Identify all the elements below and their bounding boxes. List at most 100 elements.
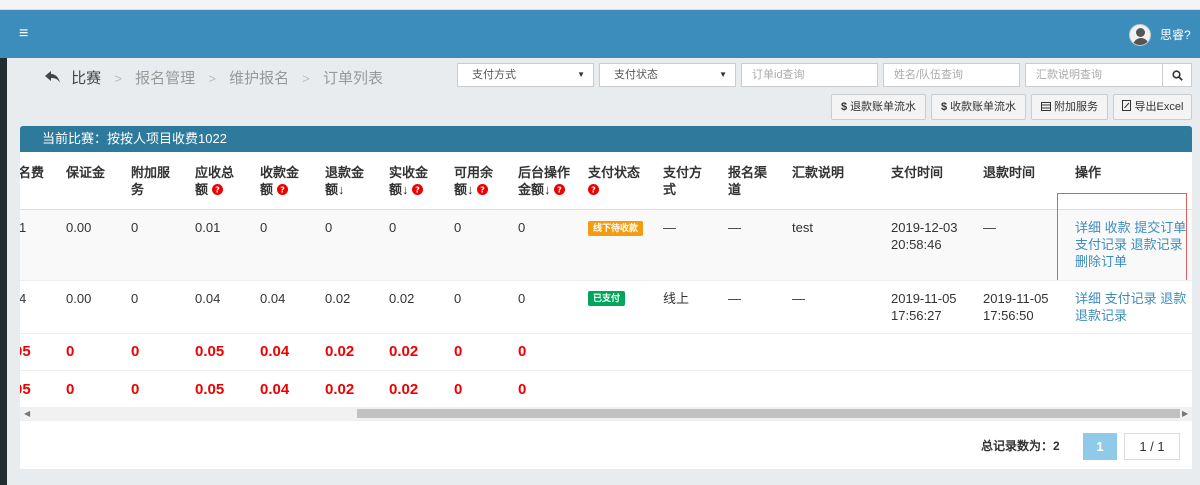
pay-status-select[interactable]: 支付状态 ▼: [599, 63, 736, 87]
cell-pay-method: 线上: [663, 291, 690, 306]
row-divider: [20, 333, 1192, 334]
svg-text:?: ?: [280, 186, 285, 195]
user-avatar[interactable]: [1129, 24, 1151, 46]
col-header-pay-method: 支付方式: [663, 165, 703, 197]
cell-fee: 1: [20, 220, 27, 235]
sum-cell-addon: 0: [131, 381, 140, 398]
orders-table-panel: 名费 保证金 附加服务 应收总额 ? 收款金额 ? 退款金 额↓ 实收金 额↓ ? …: [20, 152, 1192, 469]
sum-cell-addon: 0: [131, 343, 140, 360]
cell-refund-time: —: [983, 220, 996, 235]
svg-text:?: ?: [557, 186, 562, 195]
sum-cell-deposit: 0: [66, 381, 75, 398]
current-match-header: 当前比赛：按按人项目收费1022: [20, 126, 1192, 152]
receive-flow-label: 收款账单流水: [950, 101, 1017, 113]
refund-flow-button[interactable]: $ 退款账单流水: [831, 94, 926, 120]
order-id-search-placeholder: 订单id查询: [752, 69, 805, 81]
op-refund-link[interactable]: 退款: [1160, 291, 1186, 306]
svg-text:?: ?: [591, 186, 596, 195]
cell-received: 0: [260, 220, 268, 235]
cell-pay-method: —: [663, 220, 676, 235]
remit-remark-search-input[interactable]: 汇款说明查询: [1025, 63, 1163, 87]
col-header-balance[interactable]: 可用余 额↓ ?: [454, 164, 493, 198]
op-refund-record-link[interactable]: 退款记录: [1075, 308, 1127, 323]
cell-remark: —: [792, 291, 805, 306]
svg-text:?: ?: [215, 186, 220, 195]
cell-actual: 0: [389, 220, 397, 235]
col-header-received: 收款金额 ?: [260, 165, 300, 197]
pay-status-select-value: 支付状态: [614, 69, 658, 81]
sidebar-collapsed: [0, 58, 7, 485]
cell-refund: 0: [325, 220, 333, 235]
sum-cell-total: 0.05: [195, 343, 225, 360]
cell-remark: test: [792, 220, 813, 235]
breadcrumb-item-signup-management[interactable]: 报名管理: [135, 70, 195, 87]
question-circle-icon[interactable]: ?: [211, 184, 223, 195]
dollar-icon: $: [940, 101, 948, 113]
col-header-total: 应收总额 ?: [195, 165, 235, 197]
sum-cell-balance: 0: [454, 343, 463, 360]
remit-remark-search-placeholder: 汇款说明查询: [1036, 69, 1102, 81]
question-circle-icon[interactable]: ?: [554, 184, 566, 195]
browser-url-strip: [0, 0, 1200, 10]
user-name[interactable]: 思睿?: [1160, 27, 1191, 43]
row-divider: [20, 370, 1192, 371]
sum-cell-refund: 0.02: [325, 381, 355, 398]
order-id-search-input[interactable]: 订单id查询: [741, 63, 878, 87]
question-circle-icon[interactable]: ?: [588, 184, 599, 195]
cell-backend: 0: [518, 291, 526, 306]
breadcrumb-separator: >: [114, 71, 122, 86]
addon-service-button[interactable]: 附加服务: [1031, 94, 1108, 120]
chevron-down-icon: ▼: [719, 70, 727, 79]
hamburger-menu-icon[interactable]: ≡: [19, 24, 28, 44]
pay-method-select-value: 支付方式: [472, 69, 516, 81]
col-header-refund[interactable]: 退款金 额↓: [325, 164, 364, 198]
operations-highlight-box: [1057, 193, 1187, 281]
question-circle-icon[interactable]: ?: [276, 184, 288, 195]
col-header-backend[interactable]: 后台操作 金额↓ ?: [518, 164, 570, 198]
total-records-label: 总记录数为：2: [981, 439, 1060, 453]
cell-actual: 0.02: [389, 291, 415, 306]
op-detail-link[interactable]: 详细: [1075, 291, 1101, 306]
breadcrumb-separator: >: [302, 71, 310, 86]
sum-cell-received: 0.04: [260, 381, 290, 398]
avatar-body-shape: [1133, 38, 1149, 45]
scroll-left-arrow-icon[interactable]: ◀: [24, 407, 30, 420]
col-header-operations: 操作: [1075, 165, 1102, 180]
cell-deposit: 0.00: [66, 220, 92, 235]
pay-method-select[interactable]: 支付方式 ▼: [457, 63, 594, 87]
export-excel-button[interactable]: 导出Excel: [1113, 94, 1192, 120]
cell-balance: 0: [454, 220, 462, 235]
op-pay-record-link[interactable]: 支付记录: [1105, 291, 1157, 306]
col-header-pay-time: 支付时间: [891, 165, 944, 180]
sum-cell-actual: 0.02: [389, 381, 419, 398]
status-badge-paid: 已支付: [588, 291, 626, 306]
sum-cell-backend: 0: [518, 343, 527, 360]
pagination-current-page[interactable]: 1: [1083, 433, 1117, 460]
col-header-actual[interactable]: 实收金 额↓ ?: [389, 164, 428, 198]
scrollbar-thumb[interactable]: [357, 409, 1180, 418]
cell-backend: 0: [518, 220, 526, 235]
cell-channel: —: [728, 291, 741, 306]
cell-addon: 0: [131, 291, 139, 306]
breadcrumb-home[interactable]: 比赛: [71, 70, 101, 87]
receive-flow-button[interactable]: $ 收款账单流水: [931, 94, 1026, 120]
cell-operations: 详细 支付记录 退款 退款记录: [1075, 290, 1187, 324]
search-button[interactable]: [1162, 63, 1192, 87]
cell-pay-time: 2019-12-03 20:58:46: [891, 220, 958, 252]
col-header-pay-status: 支付状态?: [588, 165, 641, 195]
question-circle-icon[interactable]: ?: [412, 184, 424, 195]
horizontal-scrollbar[interactable]: ◀ ▶: [20, 407, 1192, 420]
sum-cell-received: 0.04: [260, 343, 290, 360]
question-circle-icon[interactable]: ?: [477, 184, 489, 195]
cell-refund-time: 2019-11-05 17:56:50: [983, 291, 1049, 323]
row-divider: [20, 280, 1192, 281]
breadcrumb-item-maintain-signup[interactable]: 维护报名: [229, 70, 289, 87]
scroll-right-arrow-icon[interactable]: ▶: [1182, 407, 1188, 420]
col-header-fee: 名费: [20, 165, 45, 180]
breadcrumb: 比赛 > 报名管理 > 维护报名 > 订单列表: [45, 67, 383, 91]
chevron-down-icon: ▼: [577, 70, 585, 79]
reply-arrow-icon[interactable]: [45, 71, 61, 84]
sum-cell-deposit: 0: [66, 343, 75, 360]
svg-text:?: ?: [480, 186, 485, 195]
name-team-search-input[interactable]: 姓名/队伍查询: [883, 63, 1020, 87]
